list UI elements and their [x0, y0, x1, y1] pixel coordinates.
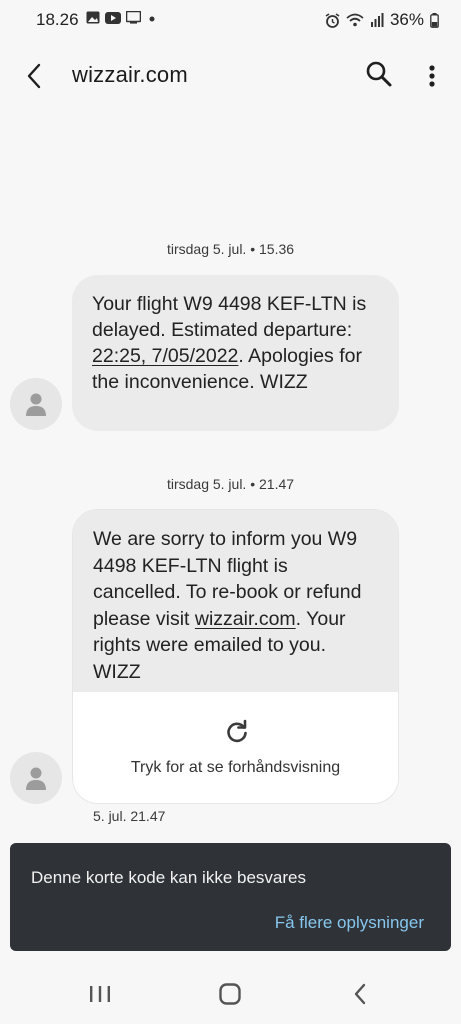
navigation-bar [0, 962, 461, 1024]
status-time: 18.26 [36, 10, 79, 29]
conversation-title: wizzair.com [72, 62, 188, 87]
recent-apps-icon[interactable] [88, 984, 112, 1004]
notification-icons [86, 11, 156, 24]
message-timestamp: tirsdag 5. jul. • 15.36 [166, 241, 295, 257]
back-icon[interactable] [352, 982, 368, 1006]
battery-percent: 36% [389, 10, 424, 29]
snackbar: Denne korte kode kan ikke besvares Få fl… [10, 843, 451, 951]
conversation-header: wizzair.com [0, 46, 461, 106]
sender-avatar[interactable] [10, 378, 62, 430]
message-body: We are sorry to inform you W9 4498 KEF-L… [73, 510, 398, 692]
message-timestamp: tirsdag 5. jul. • 21.47 [166, 476, 295, 492]
refresh-icon [227, 719, 247, 743]
link-preview[interactable]: Tryk for at se forhåndsvisning [73, 693, 398, 803]
search-icon [366, 61, 392, 87]
preview-label: Tryk for at se forhåndsvisning [130, 759, 341, 776]
back-arrow-icon [27, 63, 41, 89]
person-icon [26, 767, 46, 790]
person-icon [26, 393, 46, 416]
youtube-icon [105, 11, 121, 24]
screen-icon [126, 11, 141, 24]
message-bubble[interactable]: Your flight W9 4498 KEF-LTN is delayed. … [72, 275, 399, 431]
battery-icon [430, 12, 439, 28]
search-button[interactable] [364, 59, 394, 89]
more-vert-icon [429, 65, 435, 87]
more-options-button[interactable] [420, 60, 444, 92]
message-bubble-with-link-preview[interactable]: We are sorry to inform you W9 4498 KEF-L… [72, 509, 399, 804]
message-text: Your flight W9 4498 KEF-LTN is delayed. … [92, 293, 367, 341]
alarm-icon [325, 12, 340, 28]
message-sent-time: 5. jul. 21.47 [93, 808, 166, 824]
gallery-icon [86, 11, 100, 24]
dot-icon [149, 16, 155, 21]
website-link[interactable]: wizzair.com [195, 608, 296, 630]
snackbar-action-button[interactable]: Få flere oplysninger [275, 913, 424, 933]
system-indicators: 36% [325, 10, 439, 30]
signal-icon [370, 13, 384, 27]
home-icon[interactable] [218, 982, 242, 1006]
status-bar: 18.26 36% [0, 0, 461, 40]
sender-avatar[interactable] [10, 752, 62, 804]
back-button[interactable] [22, 60, 50, 92]
wifi-icon [346, 13, 364, 27]
snackbar-message: Denne korte kode kan ikke besvares [31, 868, 306, 887]
date-link[interactable]: 22:25, 7/05/2022 [92, 345, 238, 367]
